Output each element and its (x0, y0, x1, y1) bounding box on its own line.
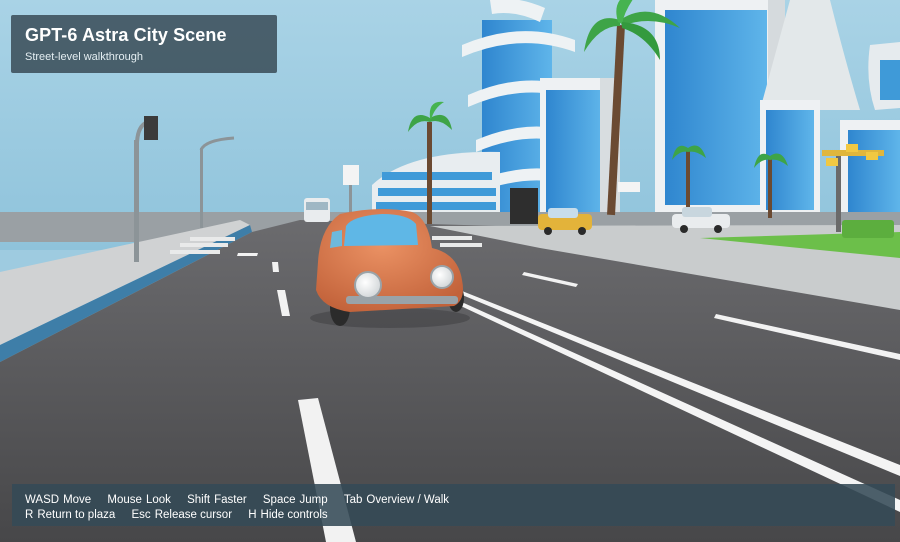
control-action: Release cursor (154, 509, 233, 521)
control-hint: H Hide controls (248, 508, 327, 523)
control-key: Mouse (107, 494, 142, 506)
control-key: Esc (131, 509, 151, 521)
control-key: WASD (25, 494, 60, 506)
city-scene[interactable] (0, 0, 900, 542)
control-action: Hide controls (260, 509, 328, 521)
control-action: Jump (299, 494, 328, 506)
control-hint: WASD Move (25, 493, 91, 508)
control-hint: Shift Faster (187, 493, 247, 508)
control-hint: Mouse Look (107, 493, 170, 508)
game-viewport[interactable]: GPT-6 Astra City Scene Street-level walk… (0, 0, 900, 542)
control-hint: Tab Overview / Walk (344, 493, 449, 508)
controls-panel: WASD Move Mouse Look Shift Faster Space Jump… (12, 484, 895, 526)
control-hint: R Return to plaza (25, 508, 115, 523)
control-hint: Space Jump (263, 493, 328, 508)
control-hint: Esc Release cursor (132, 508, 233, 523)
control-key: R (25, 509, 34, 521)
controls-row-1: WASD Move Mouse Look Shift Faster Space Jump… (25, 493, 895, 508)
control-key: Tab (343, 494, 363, 506)
scene-subtitle: Street-level walkthrough (25, 51, 144, 63)
headlight-right (430, 265, 454, 289)
headlight-left (354, 271, 382, 299)
control-action: Look (145, 494, 171, 506)
title-panel: GPT-6 Astra City Scene Street-level walk… (11, 15, 277, 73)
control-action: Move (63, 494, 92, 506)
control-action: Return to plaza (37, 509, 116, 521)
distant-bus (304, 198, 330, 222)
controls-row-2: R Return to plaza Esc Release cursor H Hide… (25, 508, 895, 523)
hedge (842, 220, 894, 238)
control-key: H (248, 509, 257, 521)
control-action: Overview / Walk (366, 494, 450, 506)
control-action: Faster (214, 494, 247, 506)
scene-title: GPT-6 Astra City Scene (25, 25, 227, 45)
control-key: Space (262, 494, 296, 506)
control-key: Shift (187, 494, 211, 506)
